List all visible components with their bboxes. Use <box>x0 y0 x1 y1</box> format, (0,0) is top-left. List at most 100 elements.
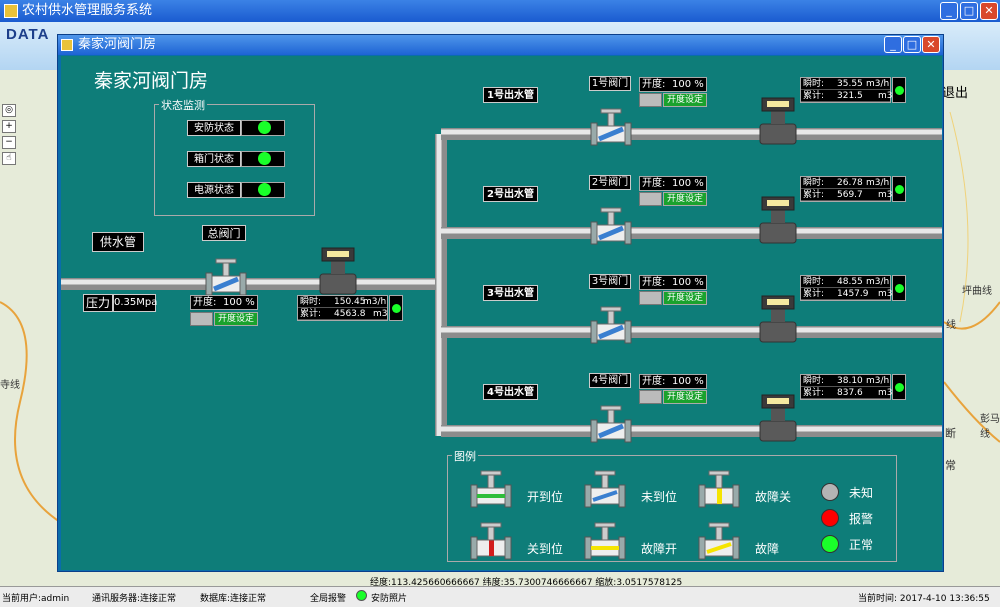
outlet-open-set-button[interactable]: 开度设定 <box>663 291 707 305</box>
dialog-minimize-button[interactable]: _ <box>884 36 902 53</box>
status-indicator-box <box>241 120 285 136</box>
maximize-button[interactable]: □ <box>960 2 978 20</box>
dialog-close-button[interactable]: ✕ <box>922 36 940 53</box>
status-alarm: 全局报警 <box>310 594 347 604</box>
inst-unit: m3/h <box>866 277 890 287</box>
total-unit: m3 <box>878 190 893 200</box>
status-led <box>258 183 271 196</box>
outlet-open-display: 开度: 100 % <box>639 77 707 92</box>
status-user: 当前用户:admin <box>2 594 70 604</box>
outlet-pipe-label: 1号出水管 <box>483 87 538 103</box>
page-title: 秦家河阀门房 <box>94 70 209 92</box>
dialog-maximize-button[interactable]: □ <box>903 36 921 53</box>
app-title-bar: 农村供水管理服务系统 _ □ ✕ <box>0 0 1000 22</box>
inst-value: 26.78 <box>837 178 863 188</box>
open-label: 开度: <box>642 79 666 90</box>
outlet-flow-status <box>892 275 906 301</box>
outlet-open-set-button[interactable]: 开度设定 <box>663 192 707 206</box>
outlet-pipe-label: 3号出水管 <box>483 285 538 301</box>
legend-label: 开到位 <box>527 490 564 504</box>
app-title: 农村供水管理服务系统 <box>22 3 153 18</box>
dialog-title-bar: 秦家河阀门房 _ □ ✕ <box>58 35 943 55</box>
total-label: 累计: <box>803 289 825 299</box>
open-value: 100 % <box>672 79 704 90</box>
inst-value: 38.10 <box>837 376 863 386</box>
inst-label: 瞬时: <box>803 376 825 386</box>
brand-logo: DATA <box>6 26 50 43</box>
legend-light <box>821 535 839 553</box>
legend-label: 未到位 <box>641 490 678 504</box>
outlet-meter-4-icon <box>759 394 797 442</box>
total-unit: m3 <box>878 289 893 299</box>
zoom-out-icon[interactable]: − <box>2 136 16 149</box>
outlet-open-display: 开度: 100 % <box>639 275 707 290</box>
total-unit: m3 <box>878 91 893 101</box>
status-photo[interactable]: 安防照片 <box>371 591 407 604</box>
outlet-flow-meter: 瞬时: 26.78 m3/h 累计: 569.7 m3 <box>800 176 893 202</box>
app-icon <box>4 4 18 18</box>
map-road-label: 寺线 <box>0 380 20 391</box>
outlet-valve-2-icon[interactable] <box>590 207 632 245</box>
outlet-open-set-button[interactable]: 开度设定 <box>663 390 707 404</box>
outlet-meter-2-icon <box>759 196 797 244</box>
outlet-open-indicator <box>639 291 662 305</box>
status-db: 数据库:连接正常 <box>200 594 267 604</box>
dialog-icon <box>61 39 73 51</box>
open-value: 100 % <box>672 376 704 387</box>
open-value: 100 % <box>672 277 704 288</box>
legend-label: 关到位 <box>527 542 564 556</box>
outlet-open-display: 开度: 100 % <box>639 176 707 191</box>
open-value: 100 % <box>672 178 704 189</box>
main-flow-status <box>389 295 403 321</box>
total-value: 321.5 <box>837 91 863 101</box>
outlet-valve-4-icon[interactable] <box>590 405 632 443</box>
main-open-display: 开度: 100 % <box>190 295 258 310</box>
legend-light-label: 正常 <box>849 538 874 552</box>
open-value: 100 % <box>223 297 255 308</box>
legend-label: 故障 <box>755 542 780 556</box>
outlet-valve-label: 4号阀门 <box>589 373 631 388</box>
outlet-valve-label: 1号阀门 <box>589 76 631 91</box>
legend-light <box>821 483 839 501</box>
zoom-in-icon[interactable]: + <box>2 120 16 133</box>
supply-pipe-label: 供水管 <box>92 232 144 252</box>
pan-hand-icon[interactable]: ☝ <box>2 152 16 165</box>
map-side-text: 常 <box>945 459 956 472</box>
status-indicator-box <box>241 151 285 167</box>
outlet-flow-led <box>895 284 904 293</box>
total-value: 4563.8 <box>334 309 366 319</box>
main-open-set-button[interactable]: 开度设定 <box>214 312 258 326</box>
security-photo-led <box>356 590 367 601</box>
open-label: 开度: <box>193 297 217 308</box>
outlet-flow-status <box>892 77 906 103</box>
inst-label: 瞬时: <box>803 277 825 287</box>
total-value: 569.7 <box>837 190 863 200</box>
legend-light-label: 报警 <box>849 512 874 526</box>
outlet-flow-led <box>895 383 904 392</box>
total-label: 累计: <box>300 309 322 319</box>
inst-label: 瞬时: <box>300 297 322 307</box>
inst-value: 150.45 <box>334 297 366 307</box>
main-valve-label: 总阀门 <box>202 225 246 241</box>
map-road-label: 坪曲线 <box>962 286 992 297</box>
status-led <box>258 121 271 134</box>
outlet-valve-1-icon[interactable] <box>590 108 632 146</box>
status-time: 当前时间: 2017-4-10 13:36:55 <box>858 594 990 604</box>
legend-label: 故障开 <box>641 542 678 556</box>
inst-value: 35.55 <box>837 79 863 89</box>
total-value: 1457.9 <box>837 289 869 299</box>
inst-unit: m3/h <box>363 297 387 307</box>
total-label: 累计: <box>803 190 825 200</box>
outlet-flow-meter: 瞬时: 35.55 m3/h 累计: 321.5 m3 <box>800 77 893 103</box>
main-valve-icon[interactable] <box>205 258 247 296</box>
main-open-indicator <box>190 312 213 326</box>
outlet-open-set-button[interactable]: 开度设定 <box>663 93 707 107</box>
outlet-valve-3-icon[interactable] <box>590 306 632 344</box>
exit-button[interactable]: 退出 <box>942 82 968 101</box>
minimize-button[interactable]: _ <box>940 2 958 20</box>
globe-icon[interactable]: ◎ <box>2 104 16 117</box>
outlet-valve-label: 2号阀门 <box>589 175 631 190</box>
close-button[interactable]: ✕ <box>980 2 998 20</box>
main-flow-meter: 瞬时: 150.45 m3/h 累计: 4563.8 m3 <box>297 295 388 321</box>
outlet-open-display: 开度: 100 % <box>639 374 707 389</box>
